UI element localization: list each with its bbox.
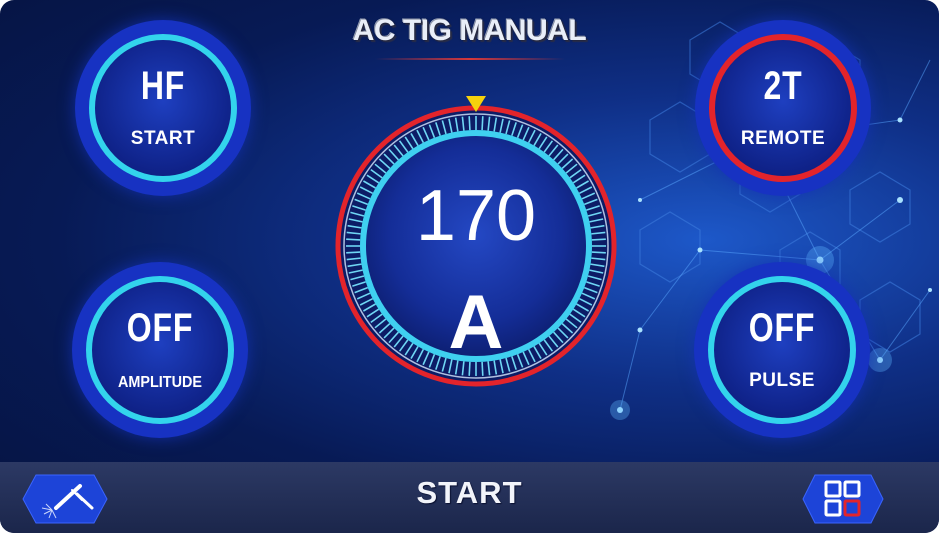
hf-label: START bbox=[130, 128, 196, 149]
current-dial[interactable]: 170 A bbox=[330, 96, 622, 388]
amplitude-label: AMPLITUDE bbox=[117, 374, 202, 391]
menu-grid-icon[interactable] bbox=[802, 474, 884, 524]
hf-value: HF bbox=[140, 64, 186, 108]
trigger-label: REMOTE bbox=[740, 128, 826, 149]
current-unit: A bbox=[449, 280, 504, 365]
welder-screen: AC TIG MANUAL HF START OFF AMPLITUDE 2T … bbox=[0, 0, 939, 533]
amplitude-value: OFF bbox=[126, 306, 194, 350]
pulse-value: OFF bbox=[748, 306, 816, 350]
amplitude-button[interactable]: OFF AMPLITUDE bbox=[72, 262, 248, 438]
pulse-button[interactable]: OFF PULSE bbox=[694, 262, 870, 438]
welding-torch-icon[interactable] bbox=[22, 474, 108, 524]
title-underline bbox=[375, 58, 565, 60]
trigger-value: 2T bbox=[763, 64, 803, 108]
current-value: 170 bbox=[416, 176, 536, 256]
hf-start-button[interactable]: HF START bbox=[75, 20, 251, 196]
pulse-label: PULSE bbox=[749, 370, 815, 391]
start-button[interactable]: START bbox=[0, 475, 939, 511]
trigger-remote-button[interactable]: 2T REMOTE bbox=[695, 20, 871, 196]
